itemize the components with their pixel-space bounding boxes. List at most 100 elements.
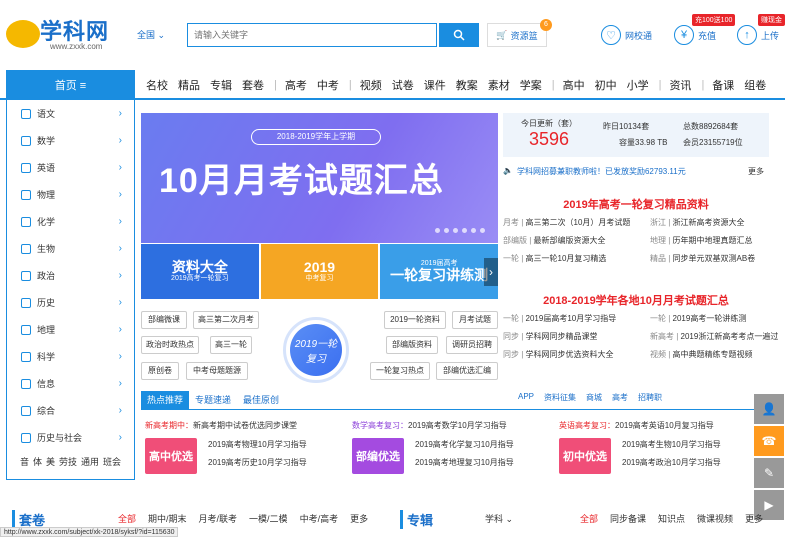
sidebar-bottom-link[interactable]: 通用 (81, 455, 99, 468)
tag-button[interactable]: 一轮复习热点 (370, 362, 430, 380)
nav-item[interactable]: 高考 (285, 77, 307, 93)
tag-button[interactable]: 月考试题 (452, 311, 498, 329)
list-item[interactable]: 月考 | 高三第二次（10月）月考试题 (503, 214, 630, 232)
search-input[interactable] (188, 24, 418, 46)
promo-box[interactable]: 初中优选 (559, 438, 611, 474)
promo-headline[interactable]: 新高考期中：新高考期中试卷优选同步课堂 (145, 417, 297, 435)
promo-box[interactable]: 高中优选 (145, 438, 197, 474)
thumb-2[interactable]: 2019 中考复习 (260, 244, 379, 299)
tag-button[interactable]: 中考母题题源 (186, 362, 248, 380)
recruit-link[interactable]: 招聘职 (638, 392, 662, 403)
home-tab[interactable]: 首页 ≡ (6, 70, 135, 100)
sidebar-bottom-link[interactable]: 体 (33, 455, 42, 468)
sidebar-item[interactable]: 数学 › (7, 127, 134, 154)
section-title[interactable]: 2019年高考一轮复习精品资料 (503, 196, 769, 212)
list-item[interactable]: 浙江 | 浙江新高考资源大全 (650, 214, 755, 232)
bottom-tab[interactable]: 全部 (118, 512, 136, 525)
region-select[interactable]: 全国 ⌄ (137, 28, 165, 41)
main-banner[interactable]: 2018-2019学年上学期 10月月考试题汇总 (141, 113, 498, 243)
sidebar-item[interactable]: 综合 › (7, 397, 134, 424)
sidebar-item[interactable]: 政治 › (7, 262, 134, 289)
list-item[interactable]: 2019高考政治10月学习指导 (622, 454, 721, 472)
site-logo[interactable]: 学科网 www.zxxk.com (6, 14, 126, 54)
sidebar-bottom-link[interactable]: 美 (46, 455, 55, 468)
review-ring[interactable]: 2019一轮复习 (283, 317, 349, 383)
recharge-link[interactable]: ¥ 充值 (674, 25, 716, 45)
nav-item[interactable]: 精品 (178, 77, 200, 93)
list-item[interactable]: 同步 | 学科网同步精品课堂 (503, 328, 616, 346)
search-button[interactable] (439, 23, 479, 47)
sidebar-item[interactable]: 科学 › (7, 343, 134, 370)
mall-link[interactable]: 商城 (586, 392, 602, 403)
nav-item[interactable]: 高中 (563, 77, 585, 93)
bottom-tab[interactable]: 更多 (745, 512, 763, 525)
basket-button[interactable]: 🛒 资源篮 (487, 23, 547, 47)
section-title[interactable]: 2018-2019学年各地10月月考试题汇总 (503, 292, 769, 308)
thumb-3[interactable]: 2019届高考 一轮复习讲练测 (380, 244, 499, 299)
carousel-next-arrow[interactable]: › (484, 258, 498, 286)
list-item[interactable]: 一轮 | 2019届高考10月学习指导 (503, 310, 616, 328)
gaokao-link[interactable]: 高考 (612, 392, 628, 403)
nav-item[interactable]: 初中 (595, 77, 617, 93)
list-item[interactable]: 视频 | 高中典题精练专题视频 (650, 346, 778, 364)
promo-box[interactable]: 部编优选 (352, 438, 404, 474)
list-item[interactable]: 2019高考生物10月学习指导 (622, 436, 721, 454)
promo-headline[interactable]: 英语高考复习：2019高考英语10月复习指导 (559, 417, 714, 435)
sidebar-item[interactable]: 英语 › (7, 154, 134, 181)
list-item[interactable]: 部编版 | 最新部编版资源大全 (503, 232, 630, 250)
promo-headline[interactable]: 数学高考复习：2019高考数学10月学习指导 (352, 417, 507, 435)
nav-item[interactable]: 备课 (712, 77, 734, 93)
headset-icon[interactable]: ☎ (754, 426, 784, 456)
user-icon[interactable]: 👤 (754, 394, 784, 424)
list-item[interactable]: 2019高考地理复习10月指导 (415, 454, 514, 472)
list-item[interactable]: 一轮 | 2019高考一轮讲练测 (650, 310, 778, 328)
upload-link[interactable]: ↑ 上传 (737, 25, 779, 45)
tag-button[interactable]: 高三第二次月考 (193, 311, 259, 329)
nav-item[interactable]: 组卷 (744, 77, 766, 93)
sidebar-item[interactable]: 历史 › (7, 289, 134, 316)
tag-button[interactable]: 高三一轮 (210, 336, 252, 354)
tag-button[interactable]: 调研员招聘 (446, 336, 498, 354)
thumb-1[interactable]: 资料大全 2019高考一轮复习 (141, 244, 259, 299)
tag-button[interactable]: 部编优选汇编 (436, 362, 498, 380)
list-item[interactable]: 2019高考历史10月学习指导 (208, 454, 307, 472)
nav-item[interactable]: 课件 (424, 77, 446, 93)
bottom-tab[interactable]: 期中/期末 (148, 512, 187, 525)
tab-original[interactable]: 最佳原创 (237, 391, 285, 409)
nav-item[interactable]: 试卷 (392, 77, 414, 93)
notice-more-link[interactable]: 更多 (748, 166, 764, 177)
notice-bar[interactable]: 🔈 学科网招募兼职教师啦！已发放奖励62793.11元 (503, 166, 769, 177)
tab-topics[interactable]: 专题速递 (189, 391, 237, 409)
tag-button[interactable]: 2019一轮资料 (384, 311, 446, 329)
nav-item[interactable]: 教案 (456, 77, 478, 93)
list-item[interactable]: 一轮 | 高三一轮10月复习精选 (503, 250, 630, 268)
sidebar-item[interactable]: 生物 › (7, 235, 134, 262)
feedback-icon[interactable]: ✎ (754, 458, 784, 488)
nav-item[interactable]: 名校 (146, 77, 168, 93)
nav-item[interactable]: 小学 (627, 77, 649, 93)
sidebar-item[interactable]: 地理 › (7, 316, 134, 343)
tag-button[interactable]: 部编版资料 (386, 336, 438, 354)
app-link[interactable]: APP (518, 392, 534, 403)
bottom-tab[interactable]: 一模/二模 (249, 512, 288, 525)
tab-hot[interactable]: 热点推荐 (141, 391, 190, 409)
bottom-tab[interactable]: 全部 (580, 512, 598, 525)
bottom-tab[interactable]: 知识点 (658, 512, 685, 525)
bottom-tab[interactable]: 月考/联考 (199, 512, 238, 525)
list-item[interactable]: 2019高考物理10月学习指导 (208, 436, 307, 454)
sidebar-bottom-link[interactable]: 劳技 (59, 455, 77, 468)
list-item[interactable]: 地理 | 历年期中地理真题汇总 (650, 232, 755, 250)
bottom-tab[interactable]: 同步备课 (610, 512, 646, 525)
list-item[interactable]: 同步 | 学科网同步优选资料大全 (503, 346, 616, 364)
carousel-dots[interactable] (435, 228, 485, 233)
sidebar-item[interactable]: 物理 › (7, 181, 134, 208)
nav-item[interactable]: 专辑 (210, 77, 232, 93)
sidebar-item[interactable]: 化学 › (7, 208, 134, 235)
list-item[interactable]: 2019高考化学复习10月指导 (415, 436, 514, 454)
collect-link[interactable]: 资料征集 (544, 392, 576, 403)
tag-button[interactable]: 原创卷 (141, 362, 179, 380)
bottom-tab[interactable]: 中考/高考 (300, 512, 339, 525)
nav-item[interactable]: 资讯 (669, 77, 691, 93)
subject-select[interactable]: 学科 ⌄ (485, 512, 513, 525)
list-item[interactable]: 精品 | 同步单元双基双测AB卷 (650, 250, 755, 268)
